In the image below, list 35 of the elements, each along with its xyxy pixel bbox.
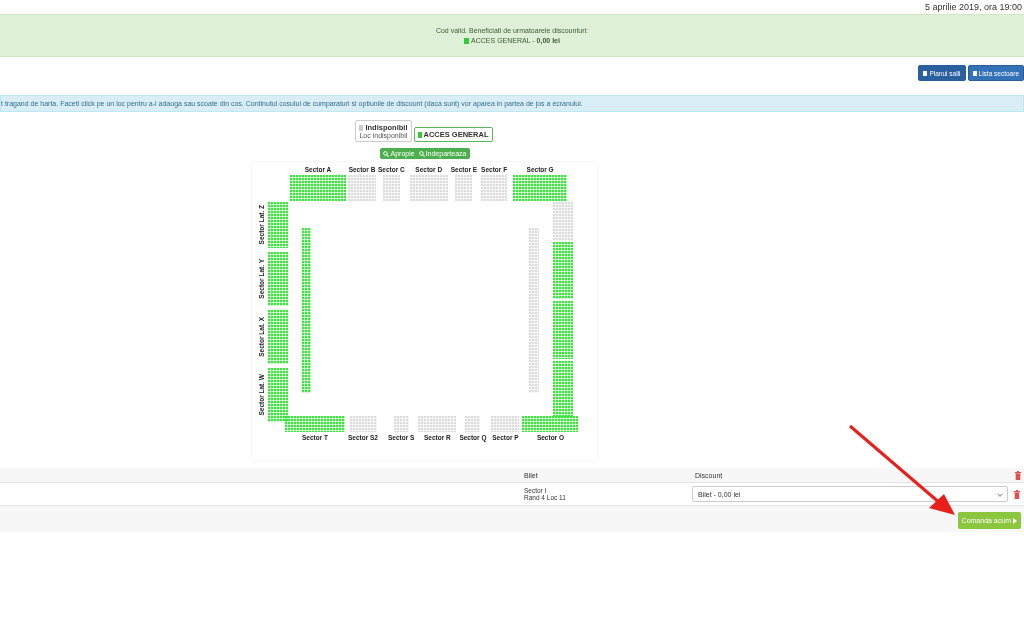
seat-block[interactable] [481, 175, 508, 201]
square-icon [464, 37, 470, 44]
seat-block[interactable] [418, 416, 457, 432]
seat-block[interactable] [268, 310, 288, 364]
square-icon [359, 124, 364, 131]
list-icon [923, 70, 928, 76]
seat-block[interactable] [349, 416, 377, 432]
seat-block[interactable] [513, 175, 568, 201]
seat-block[interactable] [455, 175, 473, 201]
event-date: 5 aprilie 2019, ora 19:00 [924, 2, 1023, 12]
seat-block[interactable] [465, 416, 481, 432]
seat-block[interactable] [268, 202, 288, 248]
seat-block[interactable] [553, 360, 573, 418]
trash-icon[interactable] [1014, 489, 1020, 499]
seat-block[interactable] [553, 242, 573, 300]
seat-block[interactable] [522, 416, 579, 432]
seat-block[interactable] [553, 301, 573, 359]
search-icon [418, 150, 425, 157]
square-icon [417, 131, 422, 138]
seat-block[interactable] [409, 175, 448, 201]
seat-block[interactable] [553, 202, 573, 241]
seat-block[interactable] [290, 175, 346, 201]
seat-block[interactable] [302, 227, 311, 393]
seat-block[interactable] [268, 252, 288, 306]
seat-block[interactable] [382, 175, 400, 201]
search-icon [383, 150, 390, 157]
seat-block[interactable] [393, 416, 409, 432]
seat-block[interactable] [529, 227, 539, 393]
seat-block[interactable] [348, 175, 376, 201]
seat-block[interactable] [268, 368, 288, 422]
list-icon [972, 70, 977, 76]
seat-block[interactable] [491, 416, 520, 432]
trash-icon[interactable] [1015, 470, 1021, 480]
arrow-icon [1013, 517, 1017, 524]
seat-block[interactable] [285, 416, 345, 432]
